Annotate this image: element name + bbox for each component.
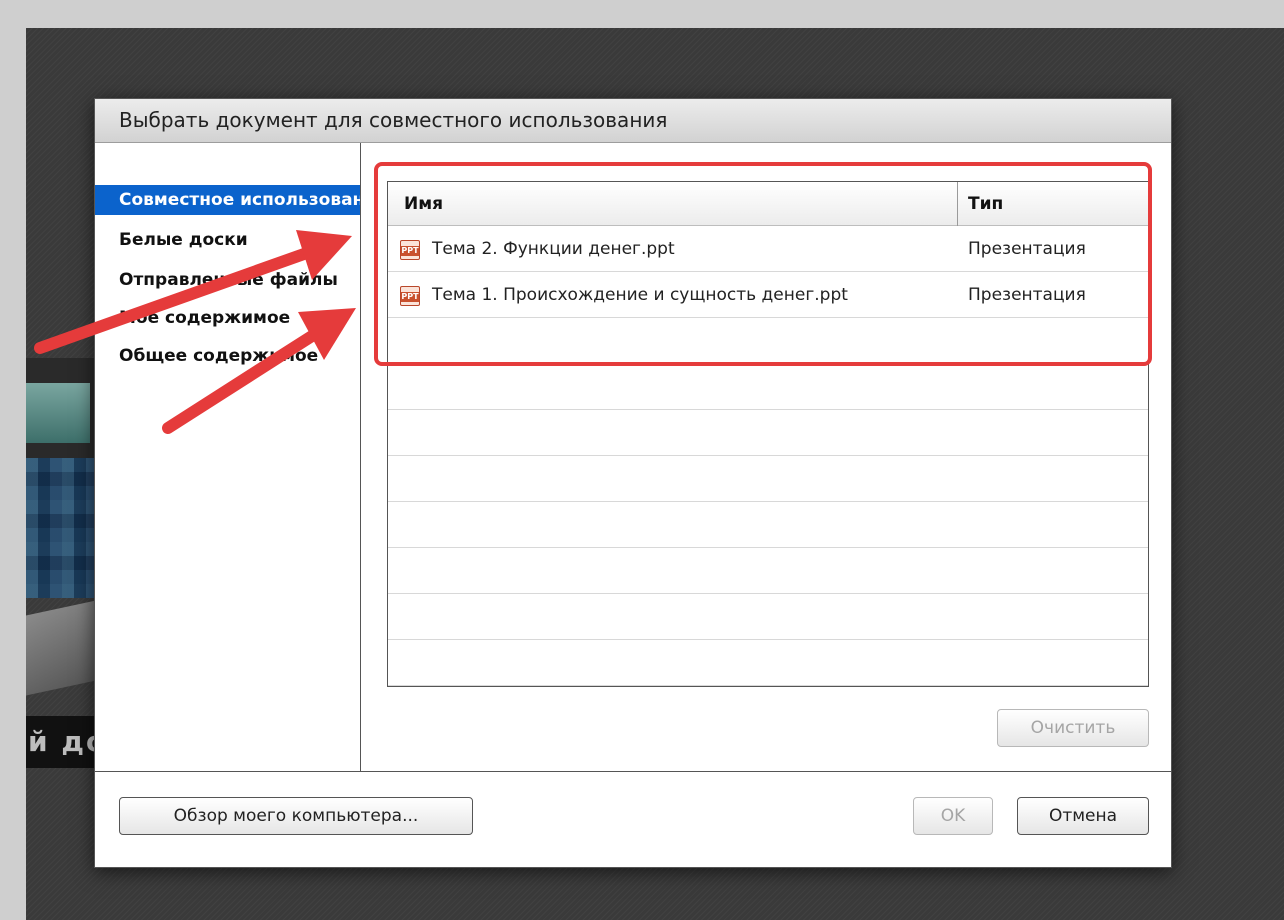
background-banner-text: й до <box>28 725 96 758</box>
table-row-empty <box>388 548 1148 594</box>
ppt-file-icon: PPT <box>400 240 420 260</box>
browse-computer-button[interactable]: Обзор моего компьютера... <box>119 797 473 835</box>
table-row-empty <box>388 410 1148 456</box>
file-type: Презентация <box>968 239 1086 259</box>
select-document-dialog: Выбрать документ для совместного использ… <box>94 98 1172 868</box>
background-graphic <box>26 383 90 443</box>
table-row[interactable]: PPT Тема 2. Функции денег.ppt Презентаци… <box>388 226 1148 272</box>
sidebar-item-common-content[interactable]: Общее содержимое <box>95 341 360 371</box>
table-row-empty <box>388 502 1148 548</box>
table-row-empty <box>388 364 1148 410</box>
file-name: Тема 2. Функции денег.ppt <box>432 239 675 259</box>
background-graphic <box>26 458 96 598</box>
footer-divider <box>95 771 1171 772</box>
column-header-type[interactable]: Тип <box>968 194 1003 214</box>
table-row-empty <box>388 318 1148 364</box>
table-row-empty <box>388 594 1148 640</box>
table-header: Имя Тип <box>388 182 1148 226</box>
table-row-empty <box>388 456 1148 502</box>
ppt-file-icon: PPT <box>400 286 420 306</box>
file-type: Презентация <box>968 285 1086 305</box>
ok-button[interactable]: OK <box>913 797 993 835</box>
cancel-button[interactable]: Отмена <box>1017 797 1149 835</box>
sidebar-item-uploaded-files[interactable]: Отправленные файлы <box>95 265 360 295</box>
clear-button[interactable]: Очистить <box>997 709 1149 747</box>
dialog-titlebar: Выбрать документ для совместного использ… <box>95 99 1171 143</box>
column-divider[interactable] <box>957 182 958 226</box>
category-sidebar: Совместное использование Белые доски Отп… <box>95 143 361 771</box>
sidebar-item-my-content[interactable]: Мое содержимое <box>95 303 360 333</box>
column-header-name[interactable]: Имя <box>404 194 443 214</box>
background-graphic <box>26 600 96 696</box>
sidebar-item-whiteboards[interactable]: Белые доски <box>95 225 360 255</box>
documents-table: Имя Тип PPT Тема 2. Функции денег.ppt Пр… <box>387 181 1149 687</box>
table-row-empty <box>388 640 1148 686</box>
table-row[interactable]: PPT Тема 1. Происхождение и сущность ден… <box>388 272 1148 318</box>
file-name: Тема 1. Происхождение и сущность денег.p… <box>432 285 848 305</box>
sidebar-item-shared[interactable]: Совместное использование <box>95 185 360 215</box>
dialog-title: Выбрать документ для совместного использ… <box>119 108 668 132</box>
